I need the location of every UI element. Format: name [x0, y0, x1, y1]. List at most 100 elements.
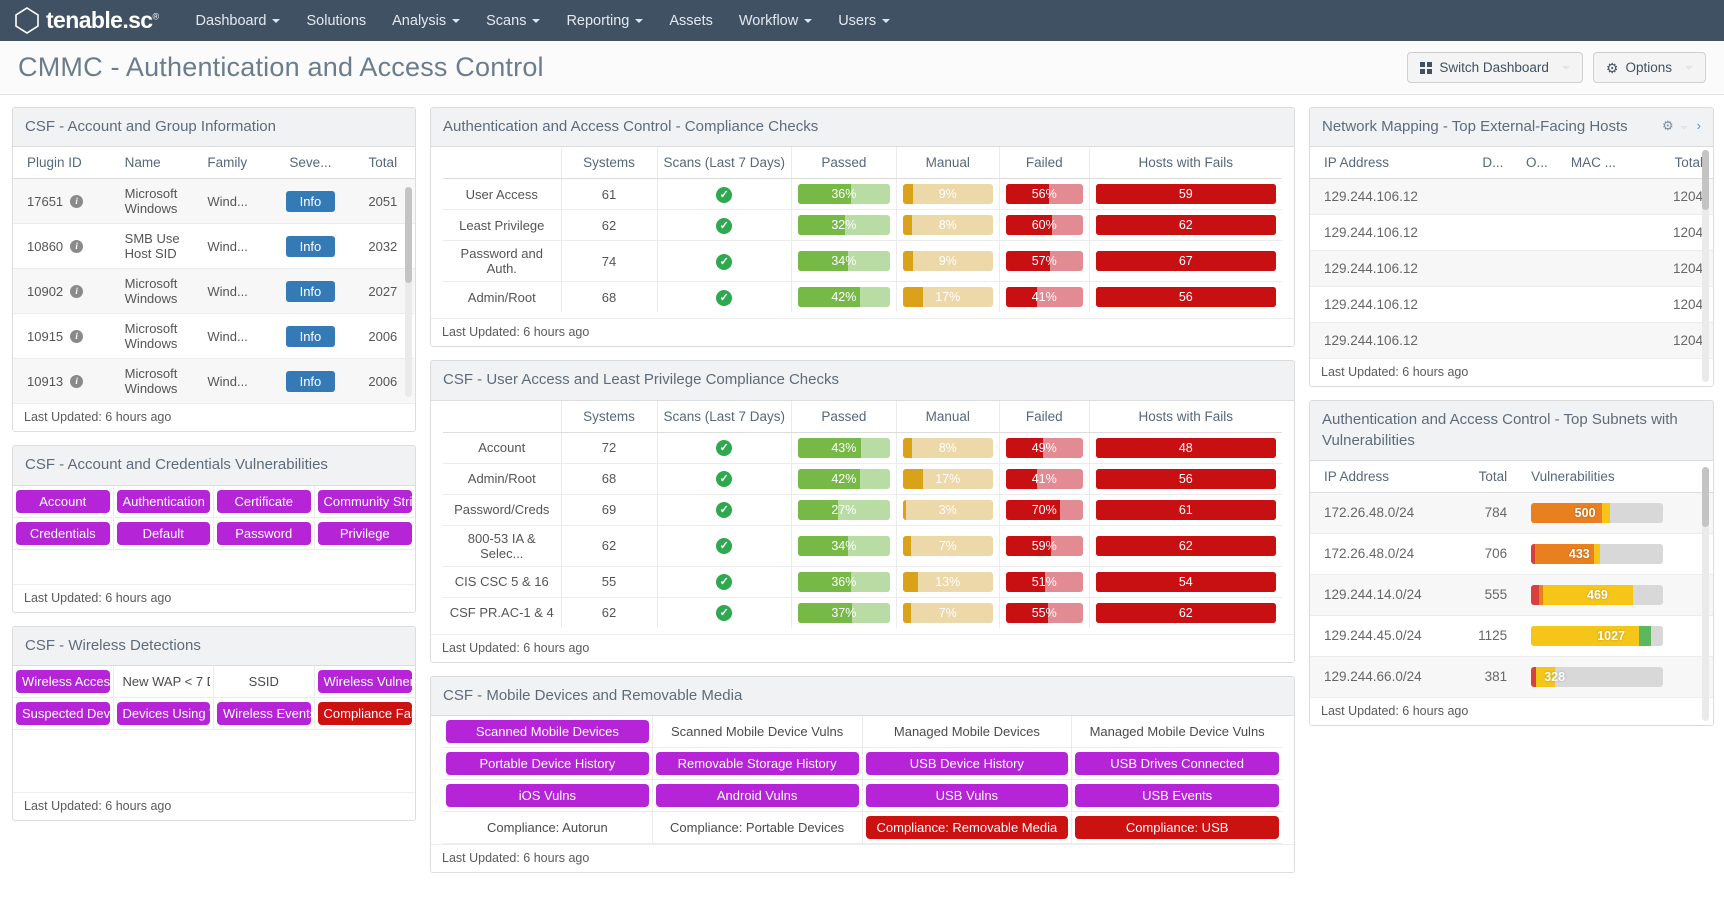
status-badge[interactable]: Info: [286, 281, 336, 302]
info-icon[interactable]: i: [70, 330, 83, 343]
vertical-scrollbar[interactable]: [405, 187, 412, 397]
col-passed[interactable]: Passed: [792, 147, 897, 179]
tag-cell[interactable]: Scanned Mobile Devices: [443, 716, 653, 748]
options-button[interactable]: ⚙ Options: [1593, 52, 1706, 83]
col-systems[interactable]: Systems: [561, 401, 657, 433]
gear-icon[interactable]: ⚙: [1662, 117, 1688, 135]
tag-label[interactable]: USB Vulns: [866, 784, 1069, 807]
table-row[interactable]: User Access 61 ✓ 36% 9% 56% 59: [443, 179, 1282, 210]
col-hosts-with-fails[interactable]: Hosts with Fails: [1089, 147, 1282, 179]
tag-label[interactable]: Authentication: [117, 490, 211, 513]
nav-item-assets[interactable]: Assets: [656, 0, 726, 41]
tag-label[interactable]: Password: [217, 522, 311, 545]
table-row[interactable]: Admin/Root 68 ✓ 42% 17% 41% 56: [443, 463, 1282, 494]
tag-cell[interactable]: USB Vulns: [863, 780, 1073, 812]
tag-cell[interactable]: Managed Mobile Devices: [863, 716, 1073, 748]
col-scans-last-7-days[interactable]: Scans (Last 7 Days): [657, 401, 792, 433]
tag-label[interactable]: Suspected Devices: [16, 702, 110, 725]
tag-label[interactable]: USB Drives Connected: [1075, 752, 1279, 775]
nav-item-reporting[interactable]: Reporting: [553, 0, 656, 41]
col-vulnerabilities[interactable]: Vulnerabilities: [1517, 461, 1713, 493]
nav-item-scans[interactable]: Scans: [473, 0, 553, 41]
col-systems[interactable]: Systems: [561, 147, 657, 179]
tag-label[interactable]: New WAP < 7 Days: [117, 670, 211, 693]
col-name[interactable]: [443, 147, 561, 179]
table-row[interactable]: 10915i Microsoft Windows Wind... Info 20…: [13, 314, 415, 359]
tag-cell[interactable]: USB Drives Connected: [1072, 748, 1282, 780]
tag-cell[interactable]: Portable Device History: [443, 748, 653, 780]
table-row[interactable]: 129.244.106.12 1204: [1310, 251, 1713, 287]
tag-cell[interactable]: iOS Vulns: [443, 780, 653, 812]
table-row[interactable]: 17651i Microsoft Windows Wind... Info 20…: [13, 179, 415, 224]
tag-cell[interactable]: USB Device History: [863, 748, 1073, 780]
table-row[interactable]: CIS CSC 5 & 16 55 ✓ 36% 13% 51% 54: [443, 566, 1282, 597]
tag-cell[interactable]: Compliance Failures: [315, 698, 416, 730]
table-row[interactable]: 129.244.66.0/24 381 328: [1310, 656, 1713, 697]
tag-label[interactable]: Scanned Mobile Device Vulns: [656, 720, 859, 743]
tag-label[interactable]: Compliance: USB: [1075, 816, 1279, 839]
col-scans-last-7-days[interactable]: Scans (Last 7 Days): [657, 147, 792, 179]
tag-label[interactable]: Community String: [318, 490, 413, 513]
table-row[interactable]: 10902i Microsoft Windows Wind... Info 20…: [13, 269, 415, 314]
table-row[interactable]: 800-53 IA & Selec... 62 ✓ 34% 7% 59% 62: [443, 525, 1282, 566]
tag-cell[interactable]: Authentication: [114, 486, 215, 518]
table-row[interactable]: 129.244.106.12 1204: [1310, 323, 1713, 359]
tag-label[interactable]: Credentials: [16, 522, 110, 545]
tag-cell[interactable]: Removable Storage History: [653, 748, 863, 780]
tag-label[interactable]: Certificate: [217, 490, 311, 513]
tag-label[interactable]: Compliance: Portable Devices: [656, 816, 859, 839]
tag-cell[interactable]: Default: [114, 518, 215, 550]
col-total[interactable]: Total: [1461, 461, 1517, 493]
vertical-scrollbar[interactable]: [1702, 150, 1709, 382]
col-failed[interactable]: Failed: [999, 401, 1089, 433]
info-icon[interactable]: i: [70, 195, 83, 208]
tag-cell[interactable]: SSID: [214, 666, 315, 698]
tag-label[interactable]: Compliance Failures: [318, 702, 413, 725]
table-row[interactable]: Admin/Root 68 ✓ 42% 17% 41% 56: [443, 282, 1282, 313]
tag-label[interactable]: Scanned Mobile Devices: [446, 720, 649, 743]
col-ip-address[interactable]: IP Address: [1310, 147, 1478, 179]
tag-cell[interactable]: Compliance: USB: [1072, 812, 1282, 844]
table-row[interactable]: 172.26.48.0/24 784 500: [1310, 492, 1713, 533]
vulnerabilities-bar[interactable]: 500: [1531, 503, 1663, 523]
table-row[interactable]: 129.244.106.12 1204: [1310, 179, 1713, 215]
tag-label[interactable]: Removable Storage History: [656, 752, 859, 775]
info-icon[interactable]: i: [70, 285, 83, 298]
tag-cell[interactable]: Certificate: [214, 486, 315, 518]
tag-label[interactable]: Compliance: Autorun: [446, 816, 649, 839]
tag-cell[interactable]: Password: [214, 518, 315, 550]
col-manual[interactable]: Manual: [896, 147, 999, 179]
tag-cell[interactable]: USB Events: [1072, 780, 1282, 812]
tag-label[interactable]: USB Events: [1075, 784, 1279, 807]
table-row[interactable]: 10860i SMB Use Host SID Wind... Info 203…: [13, 224, 415, 269]
tag-cell[interactable]: New WAP < 7 Days: [114, 666, 215, 698]
tag-cell[interactable]: Compliance: Portable Devices: [653, 812, 863, 844]
tag-cell[interactable]: Wireless Vulnerabilities: [315, 666, 416, 698]
tag-label[interactable]: Managed Mobile Devices: [866, 720, 1069, 743]
tag-label[interactable]: USB Device History: [866, 752, 1069, 775]
tag-cell[interactable]: Devices Using Wireless: [114, 698, 215, 730]
status-badge[interactable]: Info: [286, 326, 336, 347]
status-badge[interactable]: Info: [286, 371, 336, 392]
vulnerabilities-bar[interactable]: 1027: [1531, 626, 1663, 646]
vulnerabilities-bar[interactable]: 328: [1531, 667, 1663, 687]
tag-cell[interactable]: Compliance: Autorun: [443, 812, 653, 844]
col-dns[interactable]: D...: [1478, 147, 1522, 179]
table-row[interactable]: Account 72 ✓ 43% 8% 49% 48: [443, 432, 1282, 463]
tag-label[interactable]: Default: [117, 522, 211, 545]
tag-cell[interactable]: Compliance: Removable Media: [863, 812, 1073, 844]
nav-item-analysis[interactable]: Analysis: [379, 0, 473, 41]
col-family[interactable]: Family: [201, 147, 270, 179]
col-manual[interactable]: Manual: [896, 401, 999, 433]
col-plugin-id[interactable]: Plugin ID: [13, 147, 119, 179]
tag-cell[interactable]: Android Vulns: [653, 780, 863, 812]
vulnerabilities-bar[interactable]: 433: [1531, 544, 1663, 564]
table-row[interactable]: Password and Auth. 74 ✓ 34% 9% 57% 67: [443, 241, 1282, 282]
tag-cell[interactable]: Privilege: [315, 518, 416, 550]
col-name[interactable]: [443, 401, 561, 433]
tag-label[interactable]: Account: [16, 490, 110, 513]
col-os[interactable]: O...: [1522, 147, 1567, 179]
col-name[interactable]: Name: [119, 147, 202, 179]
tag-label[interactable]: Compliance: Removable Media: [866, 816, 1069, 839]
table-row[interactable]: Least Privilege 62 ✓ 32% 8% 60% 62: [443, 210, 1282, 241]
